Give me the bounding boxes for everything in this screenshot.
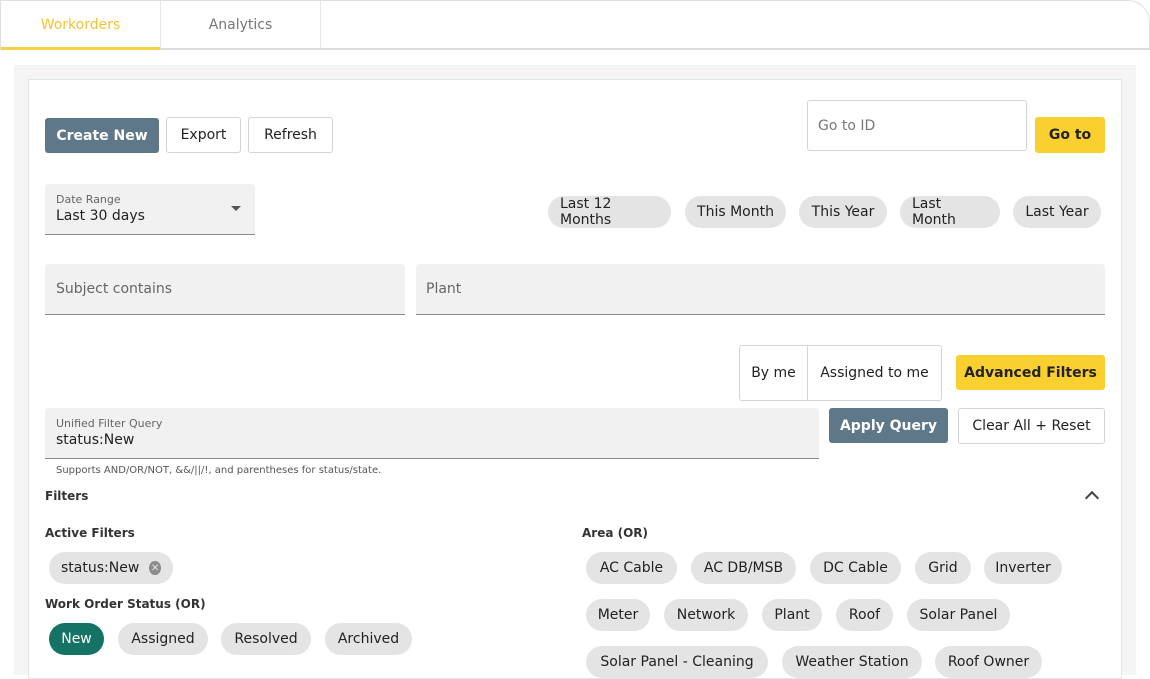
date-range-value: Last 30 days xyxy=(56,208,145,224)
area-chip-ac-cable[interactable]: AC Cable xyxy=(586,552,677,584)
status-chip-archived[interactable]: Archived xyxy=(325,623,412,655)
status-chip-assigned[interactable]: Assigned xyxy=(118,623,208,655)
subject-contains-input[interactable]: Subject contains xyxy=(45,264,405,315)
refresh-button[interactable]: Refresh xyxy=(248,117,333,153)
date-range-select[interactable]: Date Range Last 30 days xyxy=(45,184,255,235)
area-chip-grid[interactable]: Grid xyxy=(915,552,971,584)
area-chip-plant[interactable]: Plant xyxy=(762,599,822,631)
area-chip-inverter[interactable]: Inverter xyxy=(984,552,1062,584)
filters-heading: Filters xyxy=(45,489,89,503)
goto-id-placeholder: Go to ID xyxy=(818,117,876,134)
area-chip-meter[interactable]: Meter xyxy=(586,599,650,631)
advanced-filters-button[interactable]: Advanced Filters xyxy=(956,355,1105,390)
caret-down-icon xyxy=(231,206,241,211)
plant-placeholder: Plant xyxy=(426,281,462,297)
query-helper-text: Supports AND/OR/NOT, &&/||/!, and parent… xyxy=(56,465,382,476)
area-chip-roof-owner[interactable]: Roof Owner xyxy=(935,646,1042,678)
remove-filter-icon[interactable]: ✕ xyxy=(149,561,161,575)
unified-filter-query-input[interactable]: Unified Filter Query status:New xyxy=(45,408,819,459)
active-filter-chip: status:New ✕ xyxy=(49,552,173,584)
ownership-toggle: By me Assigned to me xyxy=(739,345,942,401)
export-button[interactable]: Export xyxy=(166,117,241,153)
area-chip-solar-panel[interactable]: Solar Panel xyxy=(907,599,1010,631)
area-chip-roof[interactable]: Roof xyxy=(836,599,893,631)
quick-range-this-year[interactable]: This Year xyxy=(799,196,887,228)
apply-query-button[interactable]: Apply Query xyxy=(829,408,948,443)
status-chip-resolved[interactable]: Resolved xyxy=(221,623,311,655)
area-chip-solar-panel-cleaning[interactable]: Solar Panel - Cleaning xyxy=(586,646,768,678)
active-filters-label: Active Filters xyxy=(45,526,135,540)
tab-workorders[interactable]: Workorders xyxy=(1,1,161,50)
query-label: Unified Filter Query xyxy=(56,417,163,430)
tab-label: Workorders xyxy=(40,17,121,33)
tab-label: Analytics xyxy=(208,17,273,33)
area-chip-network[interactable]: Network xyxy=(664,599,748,631)
subject-placeholder: Subject contains xyxy=(56,281,173,297)
clear-all-reset-button[interactable]: Clear All + Reset xyxy=(958,408,1105,444)
quick-range-last-month[interactable]: Last Month xyxy=(900,196,1000,228)
tab-bar: Workorders Analytics xyxy=(0,0,1150,50)
tab-analytics[interactable]: Analytics xyxy=(161,1,321,49)
area-chip-dc-cable[interactable]: DC Cable xyxy=(810,552,901,584)
create-new-button[interactable]: Create New xyxy=(45,118,159,153)
status-chip-new[interactable]: New xyxy=(49,623,104,655)
area-chip-ac-db-msb[interactable]: AC DB/MSB xyxy=(691,552,796,584)
area-label: Area (OR) xyxy=(582,526,649,540)
active-filter-chip-label: status:New xyxy=(61,560,140,576)
date-range-label: Date Range xyxy=(56,193,121,206)
quick-range-this-month[interactable]: This Month xyxy=(685,196,786,228)
assigned-to-me-toggle[interactable]: Assigned to me xyxy=(807,346,941,400)
quick-range-last-year[interactable]: Last Year xyxy=(1013,196,1101,228)
by-me-toggle[interactable]: By me xyxy=(740,346,807,400)
goto-id-input[interactable]: Go to ID xyxy=(807,100,1027,151)
plant-input[interactable]: Plant xyxy=(416,264,1105,315)
area-chip-weather-station[interactable]: Weather Station xyxy=(782,646,922,678)
work-order-status-label: Work Order Status (OR) xyxy=(45,597,206,611)
quick-range-last-12-months[interactable]: Last 12 Months xyxy=(548,196,671,228)
goto-button[interactable]: Go to xyxy=(1035,117,1105,153)
query-value: status:New xyxy=(56,432,135,448)
